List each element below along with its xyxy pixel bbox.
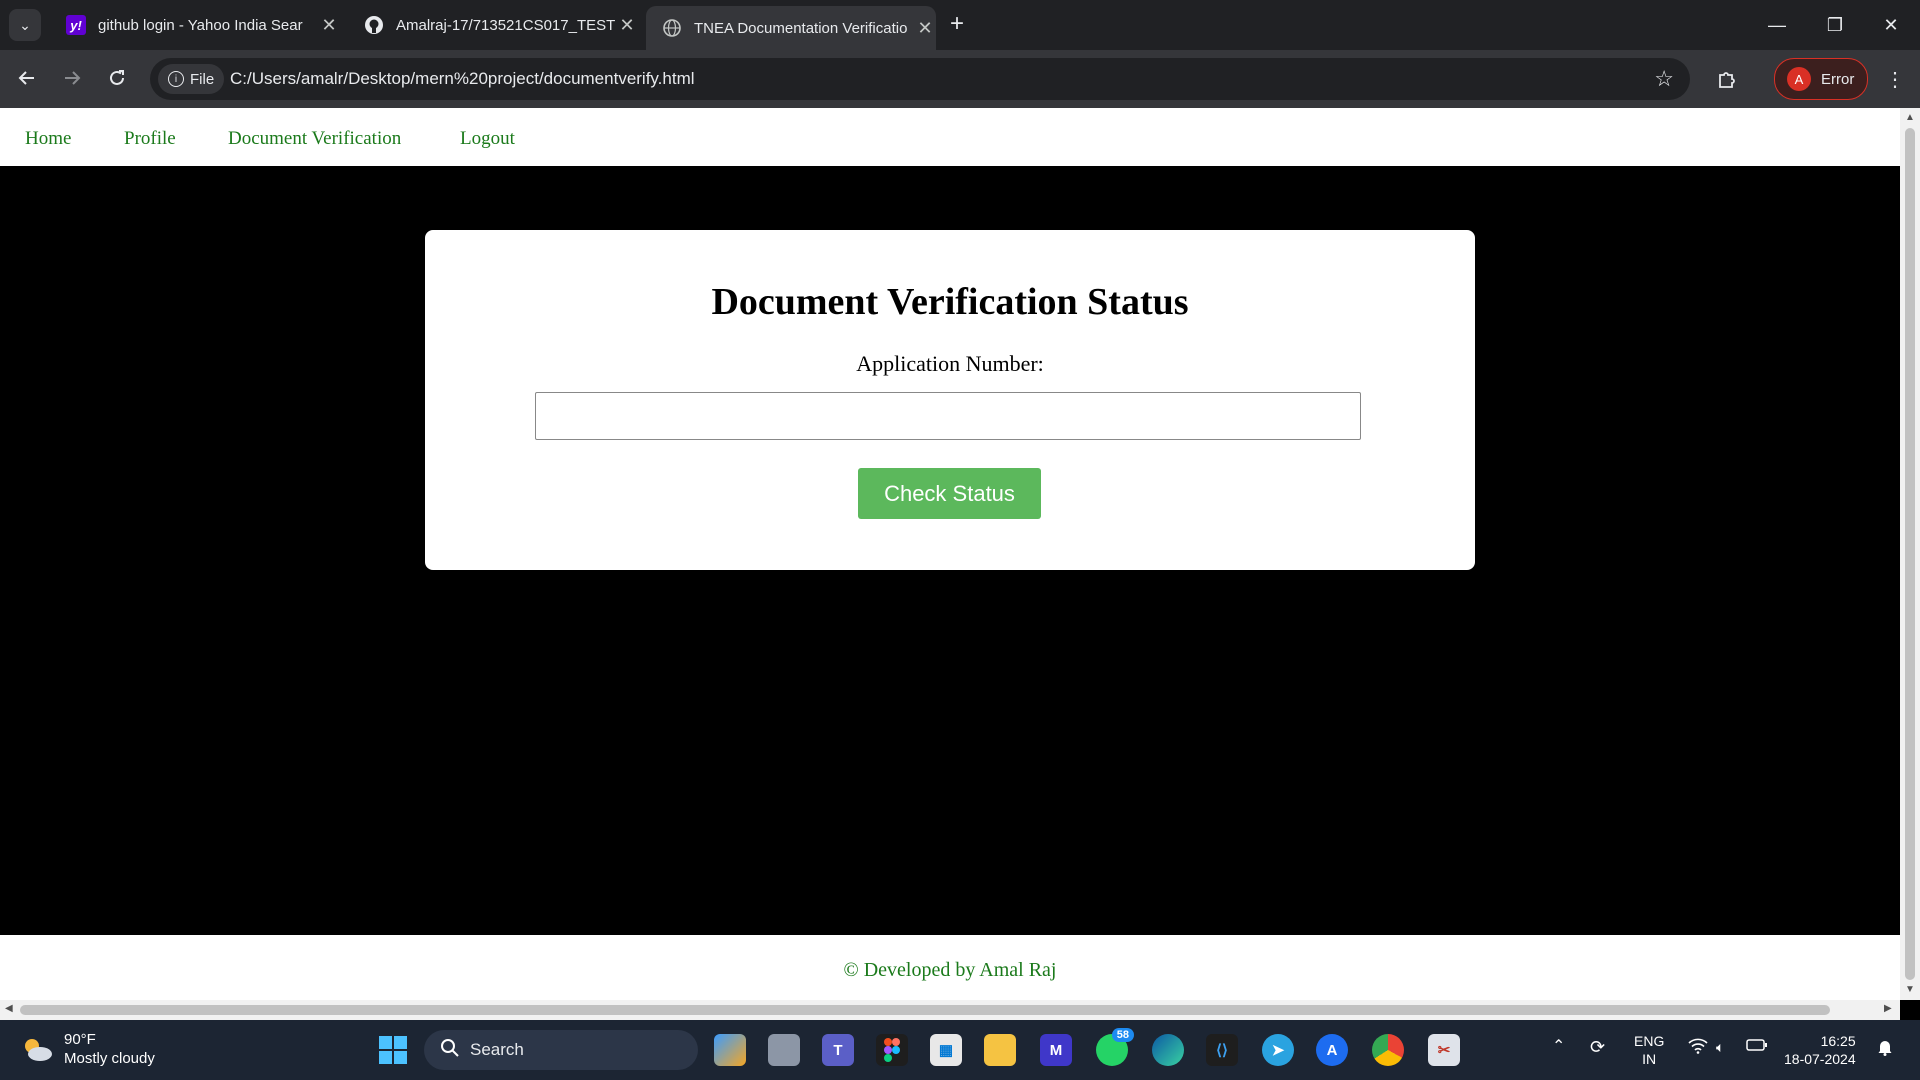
battery-icon[interactable] [1746,1038,1768,1056]
reload-icon[interactable] [99,60,135,96]
tab-title: TNEA Documentation Verificatio [694,19,908,37]
address-bar[interactable]: i File C:/Users/amalr/Desktop/mern%20pro… [150,58,1690,100]
page-title: Document Verification Status [711,281,1189,323]
nav-logout-link[interactable]: Logout [460,128,515,150]
app-store-icon[interactable]: A [1316,1034,1348,1066]
profile-error-button[interactable]: A Error [1774,58,1868,100]
tab-title: Amalraj-17/713521CS017_TEST [396,16,616,34]
application-number-label: Application Number: [856,351,1044,376]
taskbar-search-box[interactable]: Search [424,1030,698,1070]
site-info-chip[interactable]: i File [158,64,225,94]
scroll-down-arrow-icon[interactable]: ▼ [1904,984,1916,995]
volume-icon[interactable]: 🔈︎ [1716,1038,1724,1056]
language-code: ENG [1634,1033,1665,1049]
nav-document-verification-link[interactable]: Document Verification [228,128,401,150]
search-placeholder: Search [470,1040,524,1059]
weather-description: Mostly cloudy [64,1050,155,1067]
whatsapp-icon[interactable]: 58 [1096,1028,1134,1066]
site-navbar: Home Profile Document Verification Logou… [0,108,1900,166]
close-icon[interactable]: ✕ [616,15,638,36]
scroll-left-arrow-icon[interactable]: ◀ [5,1003,13,1014]
nav-home-link[interactable]: Home [25,128,71,150]
restore-icon[interactable]: ❐ [1806,0,1864,50]
clock-time: 16:25 [1820,1033,1856,1049]
region-code: IN [1642,1051,1657,1067]
application-number-input[interactable] [535,392,1361,440]
nav-profile-link[interactable]: Profile [124,128,176,150]
cloudy-weather-icon [20,1037,54,1061]
avatar: A [1787,67,1811,91]
vertical-scroll-thumb[interactable] [1905,128,1915,980]
footer-credit: © Developed by Amal Raj [843,959,1057,981]
clock-date: 18-07-2024 [1784,1051,1856,1067]
weather-temp: 90°F [64,1031,96,1048]
yahoo-icon: y! [66,15,86,35]
windows-start-icon[interactable] [376,1033,410,1067]
close-icon[interactable]: ✕ [914,18,936,39]
scroll-up-arrow-icon[interactable]: ▲ [1904,112,1916,123]
tab-search-button[interactable]: ⌄ [9,9,41,41]
notification-badge: 58 [1111,1028,1134,1042]
sync-icon[interactable]: ⟳ [1590,1038,1605,1056]
scroll-right-arrow-icon[interactable]: ▶ [1884,1003,1892,1014]
search-icon [440,1038,460,1063]
url-text[interactable]: C:/Users/amalr/Desktop/mern%20project/do… [230,69,695,89]
tab-title: github login - Yahoo India Sear [98,16,303,34]
microsoft-store-icon[interactable]: ▦ [930,1034,962,1066]
wifi-icon[interactable] [1688,1038,1708,1058]
page-viewport: Home Profile Document Verification Logou… [0,108,1900,1000]
globe-icon [662,18,682,38]
tab-github[interactable]: Amalraj-17/713521CS017_TEST ✕ [348,6,638,44]
tab-yahoo[interactable]: y! github login - Yahoo India Sear ✕ [50,6,340,44]
minimize-icon[interactable]: — [1748,0,1806,50]
snipping-tool-icon[interactable]: ✂ [1428,1034,1460,1066]
verification-card: Document Verification Status Application… [425,230,1475,570]
file-explorer-icon[interactable] [984,1034,1016,1066]
bookmark-star-icon[interactable]: ☆ [1654,66,1674,92]
app-icon[interactable]: M [1040,1034,1072,1066]
chevron-up-icon[interactable]: ⌃ [1552,1038,1565,1056]
window-close-icon[interactable]: ✕ [1862,0,1920,50]
notification-bell-icon[interactable] [1876,1038,1894,1060]
github-icon [364,15,384,35]
task-view-icon[interactable] [768,1034,800,1066]
teams-icon[interactable]: T [822,1034,854,1066]
vscode-icon[interactable]: ⟨⟩ [1206,1034,1238,1066]
browser-tab-strip: ⌄ y! github login - Yahoo India Sear ✕ A… [0,0,1920,50]
copilot-icon[interactable] [714,1034,746,1066]
browser-toolbar: i File C:/Users/amalr/Desktop/mern%20pro… [0,50,1920,108]
footer: © Developed by Amal Raj [0,935,1900,1000]
horizontal-scrollbar[interactable]: ◀ ▶ [0,1000,1900,1020]
kebab-menu-icon[interactable]: ⋮ [1880,62,1910,96]
back-arrow-icon[interactable] [9,60,45,96]
weather-widget[interactable]: 90°F Mostly cloudy [20,1030,155,1068]
forward-arrow-icon[interactable] [54,60,90,96]
info-icon: i [168,71,184,87]
clock[interactable]: 16:25 18-07-2024 [1784,1032,1856,1068]
check-status-button[interactable]: Check Status [858,468,1041,519]
profile-status-label: Error [1821,70,1855,88]
chrome-icon[interactable] [1372,1034,1404,1066]
horizontal-scroll-thumb[interactable] [20,1005,1830,1015]
close-icon[interactable]: ✕ [318,15,340,36]
file-chip-label: File [190,70,215,88]
windows-taskbar: 90°F Mostly cloudy Search T ▦ M 58 ⟨⟩ ➤ … [0,1020,1920,1080]
language-indicator[interactable]: ENG IN [1634,1032,1664,1068]
extensions-puzzle-icon[interactable] [1710,62,1744,96]
edge-icon[interactable] [1152,1034,1184,1066]
tab-tnea-active[interactable]: TNEA Documentation Verificatio ✕ [646,6,936,50]
figma-icon[interactable] [876,1034,908,1066]
new-tab-plus-icon[interactable]: + [950,11,964,37]
vertical-scrollbar[interactable]: ▲ ▼ [1900,108,1920,1000]
telegram-icon[interactable]: ➤ [1262,1034,1294,1066]
